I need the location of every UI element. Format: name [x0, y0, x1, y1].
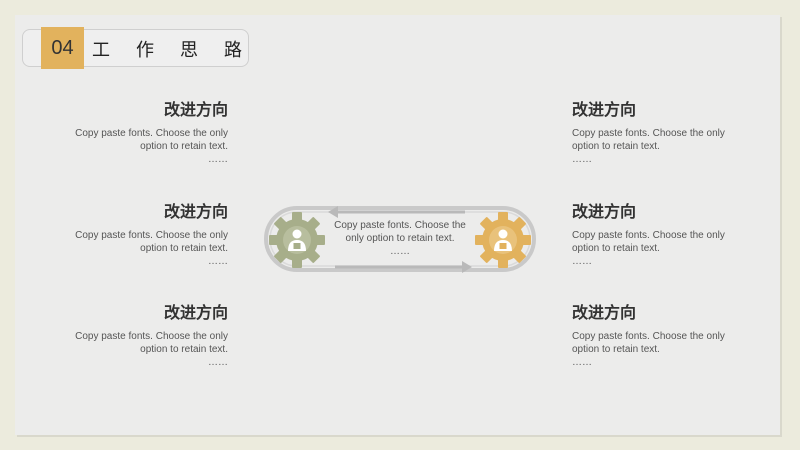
center-line: only option to retain text. — [345, 233, 455, 244]
gear-left-icon — [269, 212, 325, 268]
center-ellipsis: …… — [390, 246, 410, 257]
gear-right-icon — [475, 212, 531, 268]
center-line: Copy paste fonts. Choose the — [334, 220, 466, 231]
center-description: Copy paste fonts. Choose the only option… — [330, 219, 470, 258]
